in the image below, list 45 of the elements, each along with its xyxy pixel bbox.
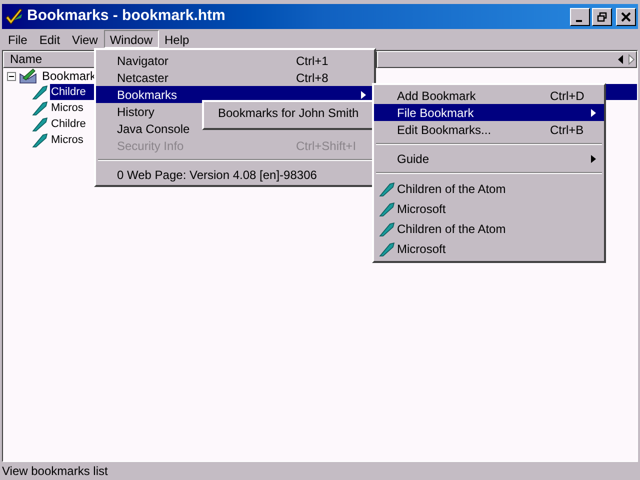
- bookmark-icon: [31, 116, 49, 132]
- menu-item[interactable]: View: [66, 30, 104, 48]
- menu-item[interactable]: File Bookmark: [374, 104, 604, 121]
- bookmark-icon: [31, 132, 49, 148]
- close-button[interactable]: [616, 8, 636, 26]
- menu-item[interactable]: Microsoft: [397, 200, 446, 218]
- bookmark-icon: [31, 84, 49, 100]
- menu-item[interactable]: Guide: [374, 150, 604, 167]
- status-text: View bookmarks list: [2, 463, 108, 480]
- tree-item-label[interactable]: Bookmark: [42, 67, 96, 85]
- submenu-arrow-icon: [591, 154, 596, 162]
- menu-item[interactable]: 0 Web Page: Version 4.08 [en]-98306: [96, 166, 374, 183]
- bookmark-icon: [378, 221, 396, 237]
- menu-item[interactable]: Edit: [33, 30, 66, 48]
- menu-item[interactable]: Netcaster Ctrl+8: [96, 69, 374, 86]
- app-icon: [4, 8, 24, 26]
- menu-item[interactable]: Children of the Atom: [397, 180, 506, 198]
- collapse-icon[interactable]: [7, 72, 16, 80]
- bookmark-icon: [378, 201, 396, 217]
- minimize-button[interactable]: [570, 8, 590, 26]
- menu-item[interactable]: Window: [104, 30, 159, 48]
- menu-item[interactable]: Add Bookmark Ctrl+D: [374, 87, 604, 104]
- bookmark-icon: [31, 100, 49, 116]
- submenu-arrow-icon: [591, 108, 596, 116]
- scroll-left-icon[interactable]: [616, 52, 626, 67]
- window-title: Bookmarks - bookmark.htm: [27, 6, 226, 26]
- menu-item[interactable]: Help: [158, 30, 196, 48]
- minimize-icon: [576, 20, 582, 22]
- tree-item-label[interactable]: Childre: [50, 116, 87, 132]
- tree-item-label[interactable]: Micros: [50, 132, 84, 148]
- menu-item[interactable]: Bookmarks for John Smith: [204, 104, 372, 122]
- menu-item[interactable]: Microsoft: [397, 240, 446, 258]
- menu-item[interactable]: Navigator Ctrl+1: [96, 52, 374, 69]
- menu-item[interactable]: Children of the Atom: [397, 220, 506, 238]
- close-icon: [621, 12, 631, 22]
- tree-item-label[interactable]: Micros: [50, 100, 84, 116]
- bookmark-icon: [378, 241, 396, 257]
- restore-button[interactable]: [592, 8, 612, 26]
- tree-item-label[interactable]: Childre: [50, 84, 87, 100]
- menu-item[interactable]: Edit Bookmarks... Ctrl+B: [374, 121, 604, 138]
- menu-item[interactable]: File: [2, 30, 34, 48]
- restore-icon: [597, 12, 607, 22]
- scroll-right-icon[interactable]: [626, 52, 636, 67]
- bookmark-icon: [378, 181, 396, 197]
- folder-icon: [18, 68, 38, 84]
